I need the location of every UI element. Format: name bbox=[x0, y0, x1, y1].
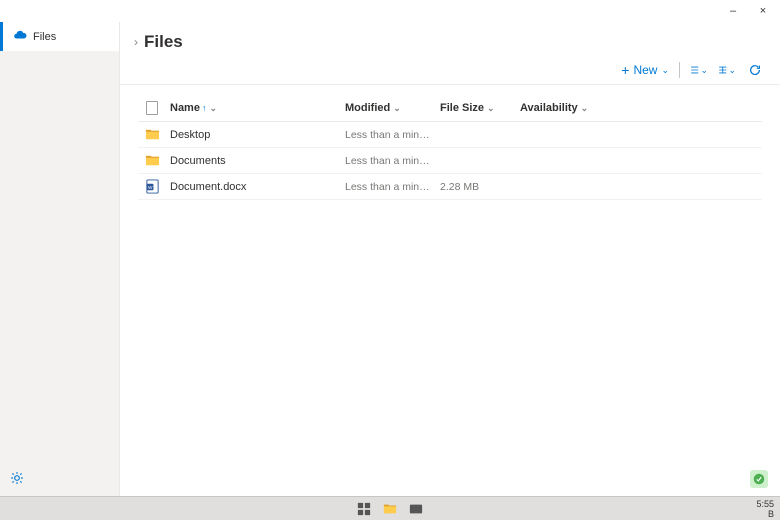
col-size[interactable]: File Size⌄ bbox=[436, 95, 516, 122]
row-size bbox=[436, 122, 516, 148]
settings-button[interactable] bbox=[10, 474, 24, 488]
app-body: Files › Files + New ⌄ ⌄ bbox=[0, 22, 780, 496]
toolbar-separator bbox=[679, 62, 680, 78]
new-button-label: New bbox=[633, 63, 657, 77]
clock-extra: B bbox=[756, 509, 774, 519]
clock-time: 5:55 bbox=[756, 499, 774, 509]
folder-icon bbox=[145, 128, 160, 140]
col-modified-label: Modified bbox=[345, 102, 390, 114]
chevron-down-icon: ⌄ bbox=[487, 103, 495, 113]
row-availability bbox=[516, 122, 762, 148]
file-type-icon bbox=[146, 101, 158, 115]
sidebar-item-label: Files bbox=[33, 31, 56, 43]
row-size bbox=[436, 148, 516, 174]
col-availability-label: Availability bbox=[520, 102, 578, 114]
row-name: Document.docx bbox=[166, 174, 341, 200]
new-button[interactable]: + New ⌄ bbox=[621, 63, 669, 77]
sync-status-badge[interactable] bbox=[750, 470, 768, 488]
col-name[interactable]: Name↑⌄ bbox=[166, 95, 341, 122]
row-name: Desktop bbox=[166, 122, 341, 148]
sort-asc-icon: ↑ bbox=[202, 103, 207, 113]
row-icon-cell: W bbox=[138, 174, 166, 200]
col-availability[interactable]: Availability⌄ bbox=[516, 95, 762, 122]
start-button[interactable] bbox=[356, 502, 372, 516]
sidebar-item-files[interactable]: Files bbox=[0, 22, 119, 51]
row-modified: Less than a minute ago bbox=[341, 174, 436, 200]
row-modified: Less than a minute ago bbox=[341, 122, 436, 148]
file-table: Name↑⌄ Modified⌄ File Size⌄ Availability… bbox=[138, 95, 762, 200]
row-size: 2.28 MB bbox=[436, 174, 516, 200]
col-name-label: Name bbox=[170, 102, 200, 114]
page-header: › Files bbox=[120, 22, 780, 58]
toolbar: + New ⌄ ⌄ ⌄ bbox=[120, 58, 780, 85]
chevron-right-icon: › bbox=[134, 35, 138, 49]
col-size-label: File Size bbox=[440, 102, 484, 114]
chevron-down-icon: ⌄ bbox=[393, 103, 401, 113]
minimize-button[interactable]: – bbox=[718, 0, 748, 22]
row-availability bbox=[516, 148, 762, 174]
app-window: – × Files › Files + bbox=[0, 0, 780, 520]
row-availability bbox=[516, 174, 762, 200]
plus-icon: + bbox=[621, 63, 629, 77]
taskbar-center bbox=[356, 502, 424, 516]
col-icon[interactable] bbox=[138, 95, 166, 122]
explorer-taskbar-icon[interactable] bbox=[382, 502, 398, 516]
col-modified[interactable]: Modified⌄ bbox=[341, 95, 436, 122]
svg-text:W: W bbox=[147, 185, 152, 190]
chevron-down-icon: ⌄ bbox=[581, 103, 589, 113]
folder-icon bbox=[145, 154, 160, 166]
chevron-down-icon: ⌄ bbox=[209, 103, 217, 113]
sidebar: Files bbox=[0, 22, 120, 496]
content-area: Name↑⌄ Modified⌄ File Size⌄ Availability… bbox=[120, 85, 780, 496]
taskview-icon[interactable] bbox=[408, 502, 424, 516]
row-name: Documents bbox=[166, 148, 341, 174]
row-icon-cell bbox=[138, 148, 166, 174]
taskbar: 5:55 B bbox=[0, 496, 780, 520]
chevron-down-icon: ⌄ bbox=[661, 65, 669, 76]
system-tray[interactable]: 5:55 B bbox=[756, 499, 780, 519]
table-row[interactable]: DesktopLess than a minute ago bbox=[138, 122, 762, 148]
table-header-row: Name↑⌄ Modified⌄ File Size⌄ Availability… bbox=[138, 95, 762, 122]
refresh-button[interactable] bbox=[746, 63, 764, 77]
row-modified: Less than a minute ago bbox=[341, 148, 436, 174]
sort-button[interactable]: ⌄ bbox=[690, 63, 708, 77]
row-icon-cell bbox=[138, 122, 166, 148]
close-button[interactable]: × bbox=[748, 0, 778, 22]
cloud-icon bbox=[13, 28, 27, 45]
table-row[interactable]: W Document.docxLess than a minute ago2.28… bbox=[138, 174, 762, 200]
table-row[interactable]: DocumentsLess than a minute ago bbox=[138, 148, 762, 174]
page-title: Files bbox=[144, 32, 183, 52]
titlebar: – × bbox=[0, 0, 780, 22]
sidebar-bottom bbox=[0, 463, 119, 496]
word-doc-icon: W bbox=[145, 180, 160, 192]
view-button[interactable]: ⌄ bbox=[718, 63, 736, 77]
main-panel: › Files + New ⌄ ⌄ ⌄ bbox=[120, 22, 780, 496]
